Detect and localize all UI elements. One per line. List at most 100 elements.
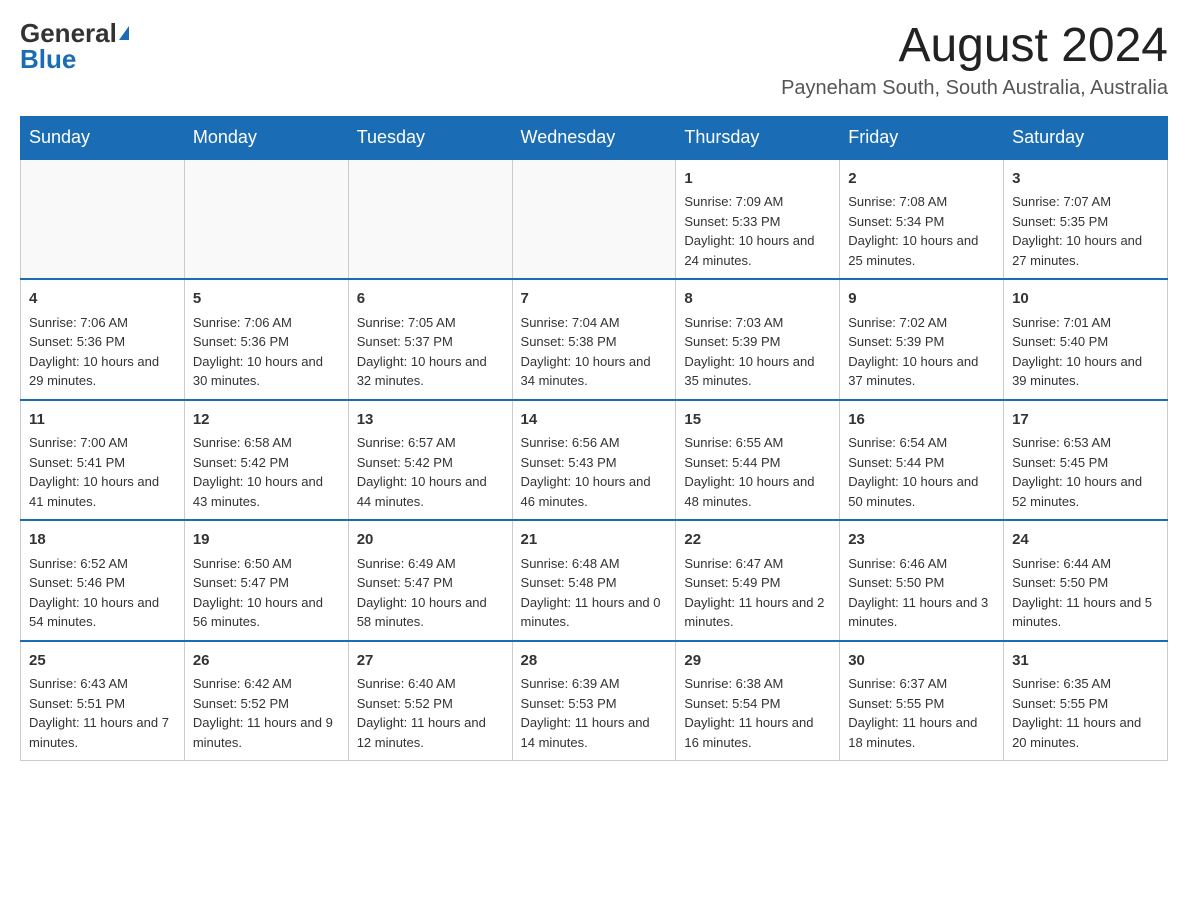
day-info: Sunrise: 6:55 AMSunset: 5:44 PMDaylight:… — [684, 433, 831, 511]
page-header: General Blue August 2024 Payneham South,… — [20, 20, 1168, 100]
day-info: Sunrise: 7:04 AMSunset: 5:38 PMDaylight:… — [521, 313, 668, 391]
day-cell: 4Sunrise: 7:06 AMSunset: 5:36 PMDaylight… — [21, 279, 185, 400]
day-number: 4 — [29, 288, 176, 311]
day-cell: 1Sunrise: 7:09 AMSunset: 5:33 PMDaylight… — [676, 159, 840, 280]
day-info: Sunrise: 7:00 AMSunset: 5:41 PMDaylight:… — [29, 433, 176, 511]
day-number: 29 — [684, 650, 831, 673]
day-number: 5 — [193, 288, 340, 311]
day-cell: 17Sunrise: 6:53 AMSunset: 5:45 PMDayligh… — [1004, 400, 1168, 521]
day-number: 28 — [521, 650, 668, 673]
calendar-table: SundayMondayTuesdayWednesdayThursdayFrid… — [20, 116, 1168, 762]
day-info: Sunrise: 6:42 AMSunset: 5:52 PMDaylight:… — [193, 674, 340, 752]
header-row: SundayMondayTuesdayWednesdayThursdayFrid… — [21, 116, 1168, 159]
day-cell: 8Sunrise: 7:03 AMSunset: 5:39 PMDaylight… — [676, 279, 840, 400]
logo: General Blue — [20, 20, 129, 73]
day-number: 13 — [357, 409, 504, 432]
day-info: Sunrise: 7:02 AMSunset: 5:39 PMDaylight:… — [848, 313, 995, 391]
day-cell: 9Sunrise: 7:02 AMSunset: 5:39 PMDaylight… — [840, 279, 1004, 400]
day-number: 22 — [684, 529, 831, 552]
header-thursday: Thursday — [676, 116, 840, 159]
day-info: Sunrise: 6:53 AMSunset: 5:45 PMDaylight:… — [1012, 433, 1159, 511]
day-number: 30 — [848, 650, 995, 673]
day-info: Sunrise: 7:06 AMSunset: 5:36 PMDaylight:… — [193, 313, 340, 391]
day-cell — [348, 159, 512, 280]
day-number: 3 — [1012, 168, 1159, 191]
day-number: 1 — [684, 168, 831, 191]
day-number: 24 — [1012, 529, 1159, 552]
day-info: Sunrise: 6:46 AMSunset: 5:50 PMDaylight:… — [848, 554, 995, 632]
day-info: Sunrise: 6:38 AMSunset: 5:54 PMDaylight:… — [684, 674, 831, 752]
day-info: Sunrise: 7:05 AMSunset: 5:37 PMDaylight:… — [357, 313, 504, 391]
day-number: 26 — [193, 650, 340, 673]
day-cell: 21Sunrise: 6:48 AMSunset: 5:48 PMDayligh… — [512, 520, 676, 641]
day-number: 31 — [1012, 650, 1159, 673]
day-info: Sunrise: 6:40 AMSunset: 5:52 PMDaylight:… — [357, 674, 504, 752]
title-block: August 2024 Payneham South, South Austra… — [781, 20, 1168, 100]
day-number: 2 — [848, 168, 995, 191]
day-number: 19 — [193, 529, 340, 552]
day-info: Sunrise: 6:43 AMSunset: 5:51 PMDaylight:… — [29, 674, 176, 752]
day-cell: 6Sunrise: 7:05 AMSunset: 5:37 PMDaylight… — [348, 279, 512, 400]
week-row-5: 25Sunrise: 6:43 AMSunset: 5:51 PMDayligh… — [21, 641, 1168, 761]
day-cell: 12Sunrise: 6:58 AMSunset: 5:42 PMDayligh… — [184, 400, 348, 521]
day-info: Sunrise: 6:44 AMSunset: 5:50 PMDaylight:… — [1012, 554, 1159, 632]
header-wednesday: Wednesday — [512, 116, 676, 159]
day-info: Sunrise: 7:09 AMSunset: 5:33 PMDaylight:… — [684, 192, 831, 270]
day-cell: 3Sunrise: 7:07 AMSunset: 5:35 PMDaylight… — [1004, 159, 1168, 280]
header-tuesday: Tuesday — [348, 116, 512, 159]
day-cell: 20Sunrise: 6:49 AMSunset: 5:47 PMDayligh… — [348, 520, 512, 641]
day-cell — [21, 159, 185, 280]
day-info: Sunrise: 6:48 AMSunset: 5:48 PMDaylight:… — [521, 554, 668, 632]
day-number: 20 — [357, 529, 504, 552]
day-info: Sunrise: 7:03 AMSunset: 5:39 PMDaylight:… — [684, 313, 831, 391]
header-sunday: Sunday — [21, 116, 185, 159]
day-cell: 2Sunrise: 7:08 AMSunset: 5:34 PMDaylight… — [840, 159, 1004, 280]
day-info: Sunrise: 6:35 AMSunset: 5:55 PMDaylight:… — [1012, 674, 1159, 752]
day-cell: 13Sunrise: 6:57 AMSunset: 5:42 PMDayligh… — [348, 400, 512, 521]
day-number: 10 — [1012, 288, 1159, 311]
calendar-title: August 2024 — [781, 20, 1168, 73]
week-row-2: 4Sunrise: 7:06 AMSunset: 5:36 PMDaylight… — [21, 279, 1168, 400]
day-cell: 26Sunrise: 6:42 AMSunset: 5:52 PMDayligh… — [184, 641, 348, 761]
week-row-1: 1Sunrise: 7:09 AMSunset: 5:33 PMDaylight… — [21, 159, 1168, 280]
day-cell: 27Sunrise: 6:40 AMSunset: 5:52 PMDayligh… — [348, 641, 512, 761]
logo-triangle-icon — [119, 26, 129, 40]
day-info: Sunrise: 6:37 AMSunset: 5:55 PMDaylight:… — [848, 674, 995, 752]
day-number: 6 — [357, 288, 504, 311]
day-number: 27 — [357, 650, 504, 673]
day-info: Sunrise: 6:56 AMSunset: 5:43 PMDaylight:… — [521, 433, 668, 511]
week-row-3: 11Sunrise: 7:00 AMSunset: 5:41 PMDayligh… — [21, 400, 1168, 521]
day-number: 14 — [521, 409, 668, 432]
day-number: 25 — [29, 650, 176, 673]
header-friday: Friday — [840, 116, 1004, 159]
day-info: Sunrise: 6:54 AMSunset: 5:44 PMDaylight:… — [848, 433, 995, 511]
day-info: Sunrise: 7:06 AMSunset: 5:36 PMDaylight:… — [29, 313, 176, 391]
header-monday: Monday — [184, 116, 348, 159]
day-cell: 7Sunrise: 7:04 AMSunset: 5:38 PMDaylight… — [512, 279, 676, 400]
day-info: Sunrise: 7:01 AMSunset: 5:40 PMDaylight:… — [1012, 313, 1159, 391]
day-number: 15 — [684, 409, 831, 432]
day-cell: 31Sunrise: 6:35 AMSunset: 5:55 PMDayligh… — [1004, 641, 1168, 761]
day-number: 21 — [521, 529, 668, 552]
day-cell: 19Sunrise: 6:50 AMSunset: 5:47 PMDayligh… — [184, 520, 348, 641]
day-cell: 28Sunrise: 6:39 AMSunset: 5:53 PMDayligh… — [512, 641, 676, 761]
day-cell — [184, 159, 348, 280]
calendar-subtitle: Payneham South, South Australia, Austral… — [781, 77, 1168, 100]
day-info: Sunrise: 6:58 AMSunset: 5:42 PMDaylight:… — [193, 433, 340, 511]
day-cell: 24Sunrise: 6:44 AMSunset: 5:50 PMDayligh… — [1004, 520, 1168, 641]
day-number: 11 — [29, 409, 176, 432]
logo-general: General — [20, 20, 117, 46]
day-number: 7 — [521, 288, 668, 311]
day-info: Sunrise: 6:49 AMSunset: 5:47 PMDaylight:… — [357, 554, 504, 632]
day-number: 23 — [848, 529, 995, 552]
day-cell: 29Sunrise: 6:38 AMSunset: 5:54 PMDayligh… — [676, 641, 840, 761]
logo-blue: Blue — [20, 44, 76, 74]
day-cell: 30Sunrise: 6:37 AMSunset: 5:55 PMDayligh… — [840, 641, 1004, 761]
day-info: Sunrise: 6:52 AMSunset: 5:46 PMDaylight:… — [29, 554, 176, 632]
day-number: 12 — [193, 409, 340, 432]
day-number: 8 — [684, 288, 831, 311]
day-cell: 11Sunrise: 7:00 AMSunset: 5:41 PMDayligh… — [21, 400, 185, 521]
day-info: Sunrise: 6:47 AMSunset: 5:49 PMDaylight:… — [684, 554, 831, 632]
day-cell: 22Sunrise: 6:47 AMSunset: 5:49 PMDayligh… — [676, 520, 840, 641]
day-cell: 5Sunrise: 7:06 AMSunset: 5:36 PMDaylight… — [184, 279, 348, 400]
